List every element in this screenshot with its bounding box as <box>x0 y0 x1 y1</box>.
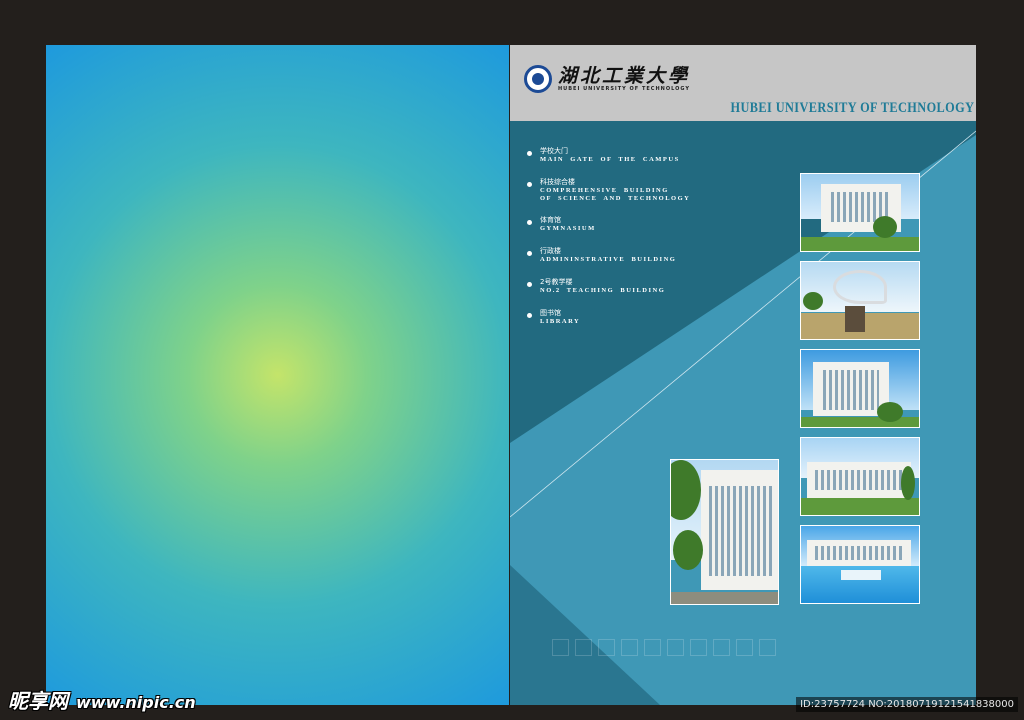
item-en-label: ADMININSTRATIVE BUILDING <box>540 256 677 263</box>
item-cn-label: 行政楼 <box>540 247 561 255</box>
watermark-site-cn: 昵享网 <box>8 689 68 713</box>
watermark-id: ID:23757724 NO:20180719121541838000 <box>796 697 1018 712</box>
university-seal-icon <box>524 65 552 93</box>
list-item: 体育馆 GYMNASIUM <box>527 216 690 247</box>
bullet-dot-icon <box>527 251 532 256</box>
bullet-dot-icon <box>527 282 532 287</box>
item-cn-label: 图书馆 <box>540 309 561 317</box>
logo-english-name: HUBEI UNIVERSITY OF TECHNOLOGY <box>558 86 690 92</box>
list-item: 行政楼 ADMININSTRATIVE BUILDING <box>527 247 690 278</box>
bullet-dot-icon <box>527 182 532 187</box>
bullet-dot-icon <box>527 151 532 156</box>
photo-administrative <box>800 437 920 516</box>
item-cn-label: 2号教学楼 <box>540 278 573 286</box>
list-item: 学校大门 MAIN GATE OF THE CAMPUS <box>527 147 690 178</box>
item-en-label: COMPREHENSIVE BUILDING OF SCIENCE AND TE… <box>540 187 691 202</box>
bullet-dot-icon <box>527 220 532 225</box>
list-item: 2号教学楼 NO.2 TEACHING BUILDING <box>527 278 690 309</box>
photo-main-gate <box>800 173 920 252</box>
photo-teaching-building <box>800 525 920 604</box>
item-cn-label: 体育馆 <box>540 216 561 224</box>
item-en-label: LIBRARY <box>540 318 581 325</box>
list-item: 科技综合楼 COMPREHENSIVE BUILDING OF SCIENCE … <box>527 178 691 216</box>
watermark-site: 昵享网 www.nipic.cn <box>8 685 196 714</box>
photo-library <box>670 459 779 605</box>
decorative-squares <box>552 639 776 656</box>
item-en-label: GYMNASIUM <box>540 225 596 232</box>
watermark-site-url: www.nipic.cn <box>76 693 196 712</box>
photo-sculpture <box>800 261 920 340</box>
item-cn-label: 学校大门 <box>540 147 568 155</box>
item-en-label: MAIN GATE OF THE CAMPUS <box>540 156 680 163</box>
logo-chinese-name: 湖北工業大學 <box>558 65 691 87</box>
bullet-dot-icon <box>527 313 532 318</box>
item-cn-label: 科技综合楼 <box>540 178 575 186</box>
cover-left-gradient <box>46 45 509 705</box>
item-en-label: NO.2 TEACHING BUILDING <box>540 287 666 294</box>
university-title: HUBEI UNIVERSITY OF TECHNOLOGY <box>730 100 974 116</box>
list-item: 图书馆 LIBRARY <box>527 309 690 340</box>
university-logo: 湖北工業大學 HUBEI UNIVERSITY OF TECHNOLOGY <box>524 65 690 93</box>
cover-right-panel: 湖北工業大學 HUBEI UNIVERSITY OF TECHNOLOGY HU… <box>510 45 976 705</box>
photo-gymnasium <box>800 349 920 428</box>
building-list: 学校大门 MAIN GATE OF THE CAMPUS 科技综合楼 COMPR… <box>527 147 691 340</box>
